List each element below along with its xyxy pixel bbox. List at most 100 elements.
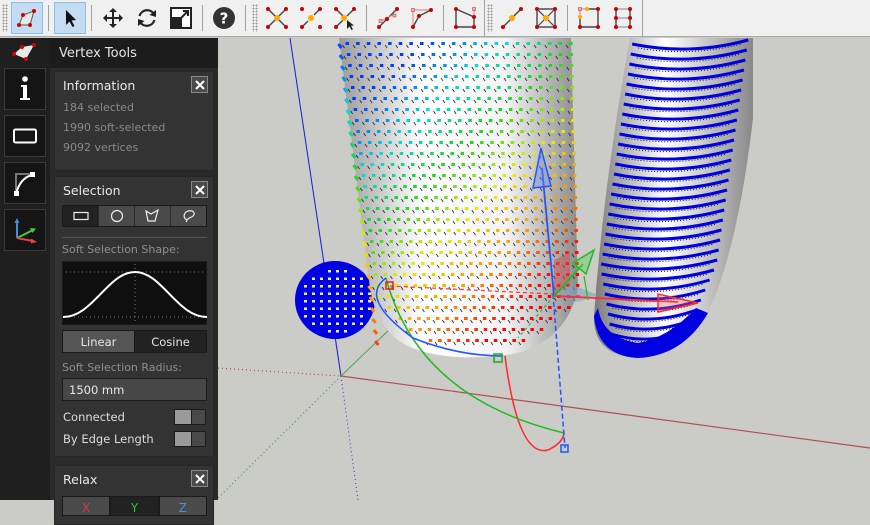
merge-to-cursor-icon: [334, 7, 356, 30]
rectangle-selection-icon: [13, 128, 37, 144]
insert-vertex-button[interactable]: [372, 2, 404, 34]
move-button[interactable]: [97, 2, 129, 34]
relax-z-button[interactable]: Z: [158, 496, 207, 516]
selection-section: Selection Soft Selection Shape: Linear C…: [54, 176, 214, 457]
rail-info-button[interactable]: [4, 68, 46, 110]
merge-vertices-button[interactable]: [261, 2, 293, 34]
toolbar-grip[interactable]: [252, 4, 258, 32]
rail-soft-selection-button[interactable]: [4, 162, 46, 204]
polygon-mode-button[interactable]: [134, 206, 170, 226]
face-center-button[interactable]: [530, 2, 562, 34]
toolbar-separator: [91, 5, 92, 31]
edge-length-toggle[interactable]: [174, 431, 206, 447]
line-midpoint-button[interactable]: [496, 2, 528, 34]
cosine-falloff-button[interactable]: Cosine: [135, 331, 206, 352]
close-icon: [194, 79, 205, 90]
split-edge-button[interactable]: [406, 2, 438, 34]
connected-row: Connected: [55, 406, 213, 428]
main-cylinder-mesh: [337, 38, 580, 358]
relax-x-button[interactable]: X: [62, 496, 111, 516]
connect-vertices-button[interactable]: [449, 2, 481, 34]
selection-title: Selection: [63, 182, 121, 198]
extrude-vertices-icon: [614, 7, 632, 29]
vertex-count: 9092 vertices: [63, 141, 139, 154]
connected-label: Connected: [63, 410, 125, 424]
right-cylinder-mesh: [593, 38, 753, 358]
circle-mode-button[interactable]: [98, 206, 134, 226]
panel-title: Vertex Tools: [59, 45, 137, 61]
move-icon: [103, 8, 123, 28]
main-toolbar: ?: [0, 0, 870, 37]
selection-close-button[interactable]: [191, 181, 208, 198]
lasso-icon: [183, 210, 195, 223]
merge-vertices-icon: [266, 7, 288, 29]
toolbar-separator: [642, 0, 643, 37]
merge-to-vertex-icon: [300, 7, 322, 29]
rotate-button[interactable]: [131, 2, 163, 34]
scene-canvas[interactable]: [218, 38, 870, 500]
circle-icon: [110, 209, 123, 223]
select-button[interactable]: [54, 2, 86, 34]
section-divider: [62, 237, 207, 238]
relax-close-button[interactable]: [191, 470, 208, 487]
scale-icon: [170, 7, 192, 29]
toolbar-separator: [48, 5, 49, 31]
split-edge-icon: [411, 8, 433, 29]
information-section: Information 184 selected 1990 soft-selec…: [54, 71, 214, 171]
select-edge-midpoints-icon: [578, 7, 600, 29]
merge-to-vertex-button[interactable]: [295, 2, 327, 34]
red-axis-line: [340, 375, 870, 449]
relax-section: Relax X Y Z: [54, 465, 214, 525]
info-icon: [20, 76, 30, 100]
axes-icon: [14, 218, 37, 244]
rectangle-icon: [72, 211, 89, 221]
extrude-vertices-button[interactable]: [607, 2, 639, 34]
close-icon: [194, 473, 205, 484]
toolbar-separator: [245, 5, 246, 31]
toolbar-grip[interactable]: [487, 4, 493, 32]
selection-mode-group: [62, 205, 207, 227]
edge-length-label: By Edge Length: [63, 432, 154, 446]
soft-selection-curve-icon: [14, 172, 35, 196]
linear-falloff-button[interactable]: Linear: [63, 331, 135, 352]
help-button[interactable]: ?: [208, 2, 240, 34]
scale-button[interactable]: [165, 2, 197, 34]
toolbar-separator: [202, 5, 203, 31]
red-axis-dotted: [218, 367, 342, 377]
polygon-icon: [144, 209, 159, 222]
close-icon: [194, 184, 205, 195]
toolbar-separator: [567, 5, 568, 31]
falloff-curve-graph: [62, 264, 208, 324]
vertex-tools-panel: Vertex Tools Information 184 selected 19…: [50, 38, 218, 525]
svg-text:?: ?: [220, 10, 229, 28]
information-close-button[interactable]: [191, 76, 208, 93]
soft-selection-radius-input[interactable]: 1500 mm: [62, 378, 207, 401]
merge-to-cursor-button[interactable]: [329, 2, 361, 34]
line-midpoint-icon: [501, 7, 523, 29]
falloff-curve: [62, 270, 208, 318]
help-icon: ?: [213, 7, 235, 29]
face-center-icon: [535, 7, 557, 29]
toolbar-grip[interactable]: [2, 4, 8, 32]
icon-rail: [0, 38, 50, 500]
select-edge-midpoints-button[interactable]: [573, 2, 605, 34]
connected-toggle[interactable]: [174, 409, 206, 425]
vertex-tools-logo: [0, 38, 50, 68]
toolbar-separator: [443, 5, 444, 31]
panel-header: Vertex Tools: [50, 38, 218, 68]
select-arrow-icon: [66, 10, 76, 27]
rail-axes-button[interactable]: [4, 209, 46, 251]
3d-viewport[interactable]: [218, 38, 870, 500]
toolbar-separator: [366, 5, 367, 31]
rectangle-mode-button[interactable]: [63, 206, 98, 226]
sphere-mesh: [295, 261, 375, 339]
soft-selection-radius-label: Soft Selection Radius:: [62, 361, 182, 374]
rail-selection-button[interactable]: [4, 115, 46, 157]
relax-y-button[interactable]: Y: [110, 496, 159, 516]
information-title: Information: [63, 77, 136, 93]
soft-selection-curve: [62, 261, 208, 325]
lasso-mode-button[interactable]: [170, 206, 206, 226]
green-axis-dotted: [218, 375, 342, 499]
edge-length-row: By Edge Length: [55, 428, 213, 450]
vertex-tools-button[interactable]: [11, 2, 43, 34]
